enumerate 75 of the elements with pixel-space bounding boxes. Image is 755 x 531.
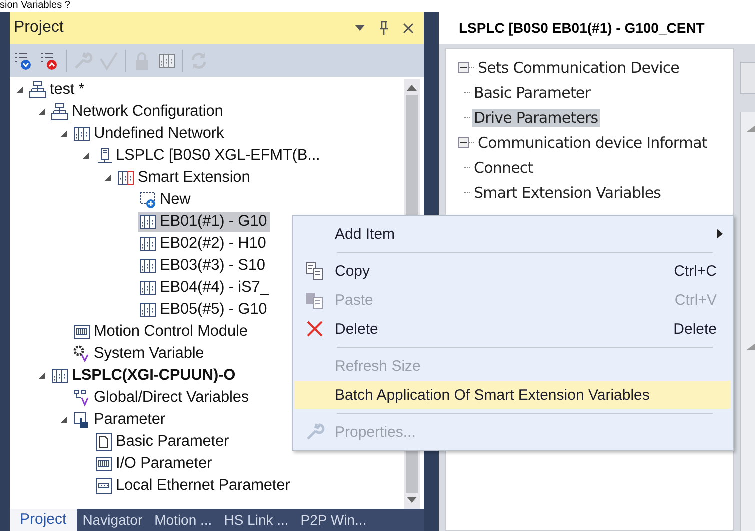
computer-icon bbox=[95, 147, 113, 165]
paste-icon bbox=[305, 290, 325, 310]
tree-item[interactable]: New bbox=[160, 191, 191, 209]
expanded-arrow-icon[interactable] bbox=[38, 372, 46, 380]
panel-tab[interactable]: Navigator bbox=[76, 509, 149, 531]
close-icon[interactable] bbox=[403, 22, 414, 34]
tree-item[interactable]: EB03(#3) - S10 bbox=[160, 257, 266, 275]
menu-item[interactable]: Delete Delete bbox=[295, 315, 731, 343]
module-icon bbox=[73, 323, 91, 341]
network-icon bbox=[29, 81, 47, 99]
expanded-arrow-icon[interactable] bbox=[16, 86, 24, 94]
scroll-down-arrow-icon[interactable] bbox=[407, 497, 418, 503]
copy-icon bbox=[305, 261, 325, 281]
module-icon bbox=[139, 257, 157, 275]
expanded-arrow-icon[interactable] bbox=[60, 416, 68, 424]
tree-item[interactable]: Smart Extension Variables bbox=[472, 184, 664, 202]
editor-title: LSPLC [B0S0 EB01(#1) - G100_CENT bbox=[459, 20, 705, 36]
module-icon bbox=[139, 235, 157, 253]
document-text: sion Variables ? bbox=[0, 0, 70, 12]
tree-item[interactable]: I/O Parameter bbox=[116, 455, 212, 473]
panel-tab[interactable]: Project bbox=[10, 509, 77, 531]
tree-item[interactable]: Global/Direct Variables bbox=[94, 389, 250, 407]
add-module-icon bbox=[139, 191, 157, 209]
module-icon bbox=[51, 367, 69, 385]
module-icon bbox=[73, 125, 91, 143]
tree-item[interactable]: EB05(#5) - G10 bbox=[160, 301, 268, 319]
tree-item[interactable]: Smart Extension bbox=[138, 169, 250, 187]
module-icon bbox=[139, 213, 157, 231]
collapse-box-icon[interactable] bbox=[458, 137, 469, 148]
module-icon bbox=[139, 301, 157, 319]
tree-item[interactable]: Basic Parameter bbox=[116, 433, 230, 451]
tree-item[interactable]: test * bbox=[50, 81, 85, 99]
gear-variable-icon bbox=[73, 345, 91, 363]
tree-item[interactable]: Network Configuration bbox=[72, 103, 224, 121]
tree-item[interactable]: Undefined Network bbox=[94, 125, 224, 143]
tree-item[interactable]: Connect bbox=[472, 158, 536, 176]
hand-pointer-icon bbox=[73, 411, 91, 429]
panel-tab[interactable]: HS Link ... bbox=[218, 509, 295, 531]
panel-title: Project bbox=[14, 19, 64, 37]
tree-item[interactable]: Motion Control Module bbox=[94, 323, 248, 341]
tree-item[interactable]: Communication device Informat bbox=[476, 134, 710, 152]
expanded-arrow-icon[interactable] bbox=[60, 130, 68, 138]
menu-item[interactable]: Copy Ctrl+C bbox=[295, 257, 731, 285]
close-icon bbox=[305, 319, 325, 339]
tree-item[interactable]: System Variable bbox=[94, 345, 204, 363]
variable-icon bbox=[73, 389, 91, 407]
tree-item[interactable]: LSPLC(XGI-CPUUN)-O bbox=[72, 367, 236, 385]
tree-item[interactable]: Drive Parameters bbox=[472, 108, 600, 126]
pin-icon[interactable] bbox=[379, 21, 390, 35]
tree-item[interactable]: Basic Parameter bbox=[472, 84, 593, 102]
panel-tab[interactable]: P2P Win... bbox=[294, 509, 373, 531]
ethernet-port-icon bbox=[95, 477, 113, 495]
module-icon bbox=[158, 52, 176, 70]
network-icon bbox=[51, 103, 69, 121]
tree-item[interactable]: Parameter bbox=[94, 411, 166, 429]
expanded-arrow-icon[interactable] bbox=[82, 152, 90, 160]
module-icon bbox=[95, 455, 113, 473]
expand-all-icon[interactable] bbox=[14, 50, 34, 70]
collapse-all-icon[interactable] bbox=[40, 50, 60, 70]
module-icon bbox=[117, 169, 135, 187]
menu-item[interactable]: Add Item bbox=[295, 220, 731, 248]
expanded-arrow-icon[interactable] bbox=[104, 174, 112, 182]
collapse-box-icon[interactable] bbox=[458, 62, 469, 73]
tree-item[interactable]: EB02(#2) - H10 bbox=[160, 235, 266, 253]
tree-item[interactable]: Sets Communication Device bbox=[476, 58, 682, 76]
panel-tab[interactable]: Motion ... bbox=[148, 509, 218, 531]
scroll-up-arrow-icon[interactable] bbox=[407, 85, 418, 91]
menu-item[interactable]: Batch Application Of Smart Extension Variables bbox=[295, 381, 731, 409]
module-icon bbox=[139, 279, 157, 297]
document-icon bbox=[95, 433, 113, 451]
tree-item[interactable]: LSPLC [B0S0 XGL-EFMT(B... bbox=[116, 147, 320, 165]
tree-item[interactable]: Local Ethernet Parameter bbox=[116, 477, 290, 495]
tree-item[interactable]: EB04(#4) - iS7_ bbox=[160, 279, 269, 297]
dropdown-icon[interactable] bbox=[355, 25, 366, 31]
expanded-arrow-icon[interactable] bbox=[38, 108, 46, 116]
